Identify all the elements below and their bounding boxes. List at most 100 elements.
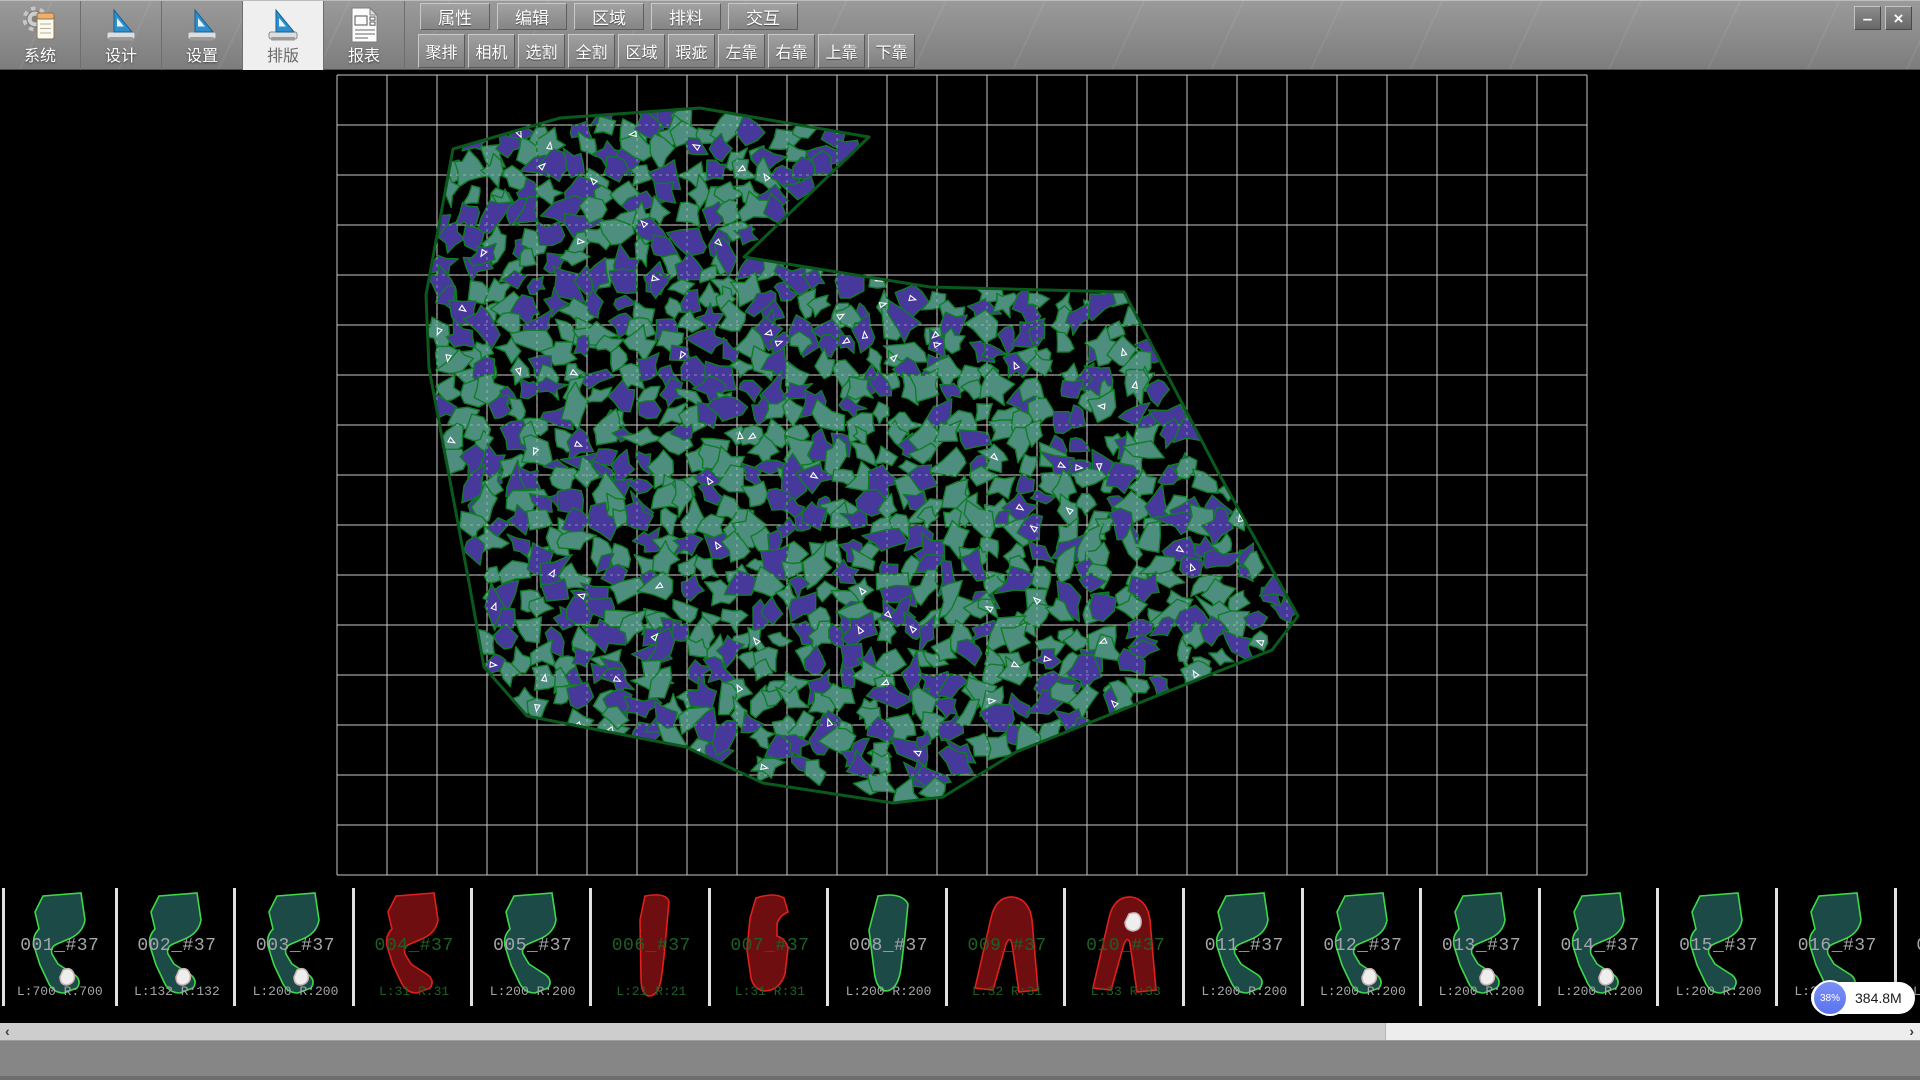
ruler-icon bbox=[101, 3, 141, 47]
close-icon: × bbox=[1894, 10, 1904, 27]
nested-piece[interactable] bbox=[721, 609, 748, 633]
nested-piece[interactable] bbox=[609, 269, 636, 293]
menu-tab-2[interactable]: 编辑 bbox=[497, 3, 567, 30]
nested-piece[interactable] bbox=[594, 409, 620, 445]
nested-piece[interactable] bbox=[682, 574, 705, 601]
nested-piece[interactable] bbox=[455, 203, 480, 228]
nested-piece[interactable] bbox=[873, 402, 889, 424]
menu-tab-3[interactable]: 区域 bbox=[574, 3, 644, 30]
menu-tab-1[interactable]: 属性 bbox=[420, 3, 490, 30]
nested-piece[interactable] bbox=[637, 353, 659, 382]
nested-piece[interactable] bbox=[916, 731, 931, 750]
nested-piece[interactable] bbox=[636, 451, 651, 475]
nested-piece[interactable] bbox=[557, 531, 596, 550]
tool-button-9[interactable]: 上靠 bbox=[818, 34, 865, 68]
thumbnail-piece-004_#37[interactable]: 004_#37L:31 R:31 bbox=[358, 888, 474, 1006]
nested-piece[interactable] bbox=[1090, 594, 1117, 622]
nested-piece[interactable] bbox=[1192, 469, 1219, 493]
nested-piece[interactable] bbox=[987, 477, 1015, 499]
nested-piece[interactable] bbox=[707, 160, 728, 180]
thumbnail-piece-006_#37[interactable]: 006_#37L:21 R:21 bbox=[595, 888, 711, 1006]
app-button-1[interactable]: 系统 bbox=[0, 1, 81, 71]
thumbnail-piece-007_#37[interactable]: 007_#37L:31 R:31 bbox=[714, 888, 830, 1006]
nested-piece[interactable] bbox=[563, 148, 584, 178]
nested-piece[interactable] bbox=[783, 399, 804, 427]
thumbnail-piece-002_#37[interactable]: 002_#37L:132 R:132 bbox=[121, 888, 237, 1006]
thumbnail-piece-011_#37[interactable]: 011_#37L:200 R:200 bbox=[1188, 888, 1304, 1006]
nested-piece[interactable] bbox=[494, 624, 518, 649]
thumbnail-piece-014_#37[interactable]: 014_#37L:200 R:200 bbox=[1544, 888, 1660, 1006]
app-button-3[interactable]: 设置 bbox=[162, 1, 243, 71]
nested-piece[interactable] bbox=[472, 628, 494, 654]
nested-piece[interactable] bbox=[1016, 473, 1034, 494]
nested-piece[interactable] bbox=[559, 250, 590, 265]
tool-button-3[interactable]: 选割 bbox=[518, 34, 565, 68]
tool-button-2[interactable]: 相机 bbox=[468, 34, 515, 68]
nested-piece[interactable] bbox=[1209, 649, 1234, 666]
nested-piece[interactable] bbox=[739, 380, 762, 402]
nested-piece[interactable] bbox=[805, 760, 826, 786]
tool-button-6[interactable]: 瑕疵 bbox=[668, 34, 715, 68]
nested-piece[interactable] bbox=[1029, 541, 1055, 563]
menu-tab-5[interactable]: 交互 bbox=[728, 3, 798, 30]
scroll-left-arrow[interactable]: ‹ bbox=[5, 1023, 10, 1040]
nested-piece[interactable] bbox=[839, 334, 854, 353]
minimize-button[interactable]: – bbox=[1854, 6, 1881, 30]
app-button-5[interactable]: 报表 bbox=[324, 1, 405, 71]
nested-piece[interactable] bbox=[462, 186, 480, 205]
tool-button-7[interactable]: 左靠 bbox=[718, 34, 765, 68]
nested-piece[interactable] bbox=[1176, 457, 1197, 480]
nested-piece[interactable] bbox=[1057, 332, 1074, 352]
app-button-4[interactable]: 排版 bbox=[243, 1, 324, 71]
close-button[interactable]: × bbox=[1885, 6, 1912, 30]
nested-piece[interactable] bbox=[673, 534, 703, 556]
nested-piece[interactable] bbox=[1137, 521, 1161, 552]
nested-piece[interactable] bbox=[694, 556, 718, 579]
nested-piece[interactable] bbox=[955, 699, 979, 725]
nested-piece[interactable] bbox=[639, 401, 662, 419]
tool-button-5[interactable]: 区域 bbox=[618, 34, 665, 68]
nested-piece[interactable] bbox=[614, 295, 635, 310]
nested-piece[interactable] bbox=[676, 202, 700, 227]
nested-piece[interactable] bbox=[515, 617, 542, 643]
nested-piece[interactable] bbox=[741, 481, 767, 507]
nested-piece[interactable] bbox=[698, 283, 718, 308]
piece-lr-count: L:700 R:700 bbox=[5, 984, 115, 999]
tool-button-10[interactable]: 下靠 bbox=[868, 34, 915, 68]
nested-piece[interactable] bbox=[550, 467, 579, 492]
nested-piece[interactable] bbox=[527, 510, 553, 530]
nested-piece[interactable] bbox=[527, 277, 545, 295]
nested-piece[interactable] bbox=[581, 369, 615, 389]
nesting-canvas-viewport[interactable] bbox=[0, 70, 1920, 884]
menu-tab-4[interactable]: 排料 bbox=[651, 3, 721, 30]
thumbnail-piece-012_#37[interactable]: 012_#37L:200 R:200 bbox=[1307, 888, 1423, 1006]
thumbnail-piece-009_#37[interactable]: 009_#37L:32 R:31 bbox=[951, 888, 1067, 1006]
nested-piece[interactable] bbox=[520, 379, 538, 399]
thumbnail-piece-001_#37[interactable]: 001_#37 L:700 R:700 bbox=[2, 888, 118, 1006]
nested-piece[interactable] bbox=[768, 632, 792, 646]
nested-piece[interactable] bbox=[976, 404, 993, 422]
tool-button-1[interactable]: 聚排 bbox=[418, 34, 465, 68]
nested-piece[interactable] bbox=[1061, 379, 1084, 398]
nested-piece[interactable] bbox=[957, 639, 982, 666]
app-button-2[interactable]: 设计 bbox=[81, 1, 162, 71]
piece-id-label: 001_#37 bbox=[5, 936, 115, 956]
nested-piece[interactable] bbox=[531, 640, 556, 667]
thumbnail-piece-013_#37[interactable]: 013_#37L:200 R:200 bbox=[1425, 888, 1541, 1006]
nested-piece[interactable] bbox=[1069, 405, 1086, 428]
scrollbar-thumb[interactable] bbox=[0, 1023, 1386, 1040]
thumbnail-piece-005_#37[interactable]: 005_#37L:200 R:200 bbox=[476, 888, 592, 1006]
nested-piece[interactable] bbox=[875, 446, 898, 466]
scroll-right-arrow[interactable]: › bbox=[1909, 1023, 1914, 1040]
nested-piece[interactable] bbox=[536, 221, 565, 246]
nested-piece[interactable] bbox=[625, 501, 653, 531]
thumbnail-piece-003_#37[interactable]: 003_#37L:200 R:200 bbox=[239, 888, 355, 1006]
thumbnail-piece-010_#37[interactable]: 010_#37L:33 R:33 bbox=[1069, 888, 1185, 1006]
horizontal-scrollbar[interactable]: ‹ › bbox=[0, 1023, 1920, 1040]
nested-piece[interactable] bbox=[558, 489, 584, 512]
tool-button-8[interactable]: 右靠 bbox=[768, 34, 815, 68]
tool-button-4[interactable]: 全割 bbox=[568, 34, 615, 68]
nested-piece[interactable] bbox=[835, 263, 864, 298]
thumbnail-piece-008_#37[interactable]: 008_#37L:200 R:200 bbox=[832, 888, 948, 1006]
thumbnail-piece-015_#37[interactable]: 015_#37L:200 R:200 bbox=[1662, 888, 1778, 1006]
